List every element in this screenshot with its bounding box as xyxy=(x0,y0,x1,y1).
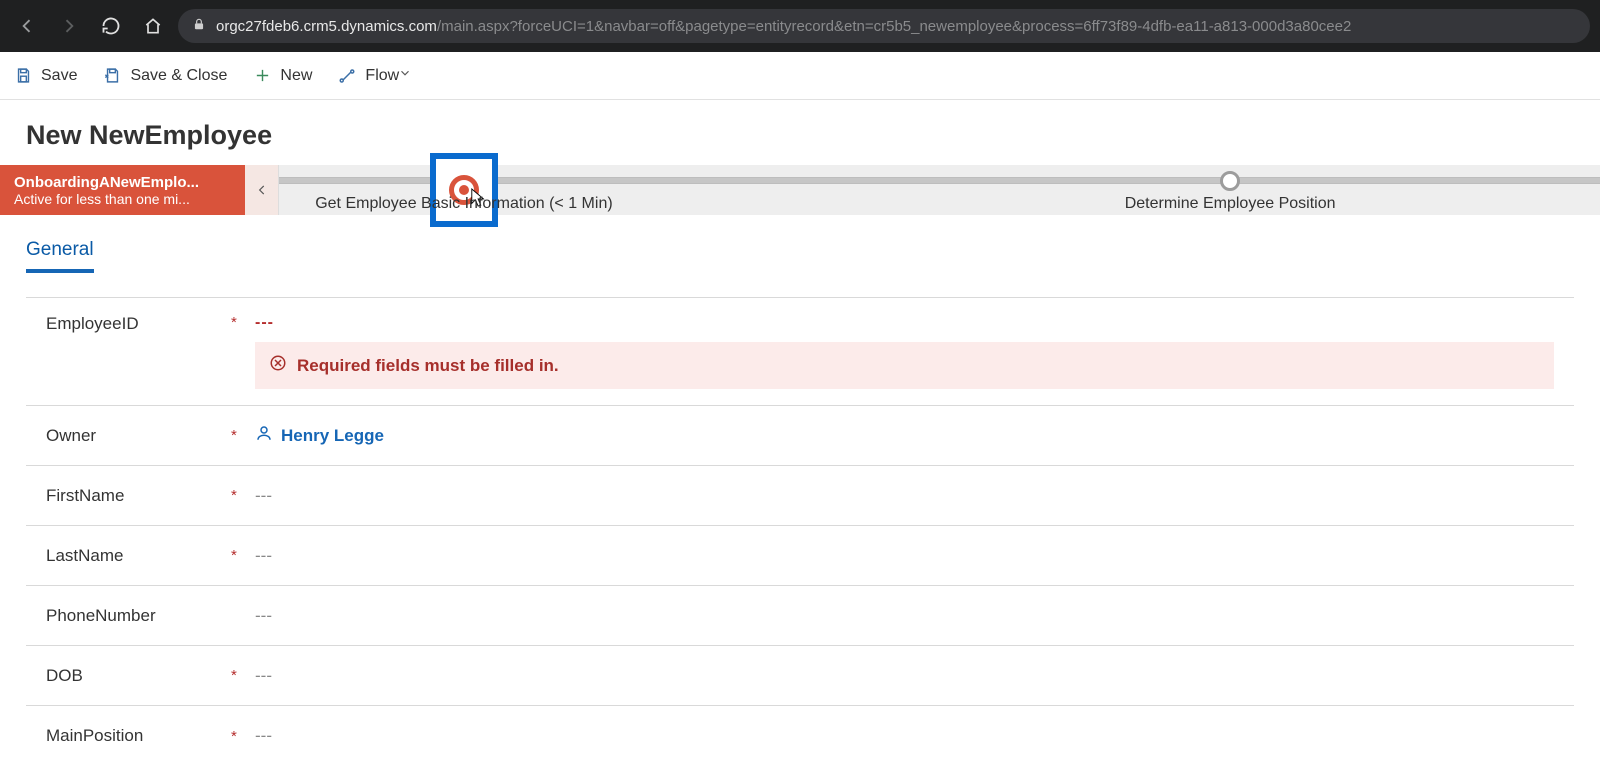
field-dob[interactable]: DOB * --- xyxy=(26,646,1574,706)
address-bar[interactable]: orgc27fdeb6.crm5.dynamics.com/main.aspx?… xyxy=(178,9,1590,43)
bpf-collapse-button[interactable] xyxy=(245,165,279,215)
back-button[interactable] xyxy=(10,9,44,43)
required-marker: * xyxy=(231,547,255,564)
firstname-value: --- xyxy=(255,486,1554,506)
employee-id-label: EmployeeID xyxy=(46,314,231,334)
save-close-label: Save & Close xyxy=(130,67,227,85)
phone-label: PhoneNumber xyxy=(46,606,231,626)
bpf-track: Get Employee Basic Information (< 1 Min)… xyxy=(279,165,1600,215)
save-icon xyxy=(14,67,32,85)
bpf-stage2-dot[interactable] xyxy=(1220,171,1240,191)
dob-label: DOB xyxy=(46,666,231,686)
page-header: New NewEmployee xyxy=(0,100,1600,165)
person-icon xyxy=(255,424,273,447)
field-firstname[interactable]: FirstName * --- xyxy=(26,466,1574,526)
tab-bar: General xyxy=(0,215,1600,273)
url-path: /main.aspx?forceUCI=1&navbar=off&pagetyp… xyxy=(437,18,1351,35)
bpf-status: Active for less than one mi... xyxy=(14,191,231,207)
field-mainposition[interactable]: MainPosition * --- xyxy=(26,706,1574,766)
home-button[interactable] xyxy=(136,9,170,43)
owner-value: Henry Legge xyxy=(281,426,384,446)
command-bar: Save Save & Close New Flow xyxy=(0,52,1600,100)
new-label: New xyxy=(280,67,312,85)
bpf-stage1-label[interactable]: Get Employee Basic Information (< 1 Min) xyxy=(315,195,612,213)
position-label: MainPosition xyxy=(46,726,231,746)
phone-value: --- xyxy=(255,606,1554,626)
bpf-current-process[interactable]: OnboardingANewEmplo... Active for less t… xyxy=(0,165,245,215)
bpf-stage2-label[interactable]: Determine Employee Position xyxy=(1125,195,1336,213)
field-lastname[interactable]: LastName * --- xyxy=(26,526,1574,586)
save-button[interactable]: Save xyxy=(14,67,77,85)
required-marker: * xyxy=(231,487,255,504)
chevron-down-icon xyxy=(398,66,412,85)
forward-button[interactable] xyxy=(52,9,86,43)
position-value: --- xyxy=(255,726,1554,746)
required-marker: * xyxy=(231,427,255,444)
owner-lookup[interactable]: Henry Legge xyxy=(255,424,1554,447)
url-host: orgc27fdeb6.crm5.dynamics.com xyxy=(216,18,437,35)
save-label: Save xyxy=(41,67,77,85)
form-general: EmployeeID * --- Required fields must be… xyxy=(26,297,1574,766)
field-phonenumber[interactable]: PhoneNumber --- xyxy=(26,586,1574,646)
new-button[interactable]: New xyxy=(253,67,312,85)
owner-label: Owner xyxy=(46,426,231,446)
validation-error: Required fields must be filled in. xyxy=(255,342,1554,389)
save-close-icon xyxy=(103,67,121,85)
lock-icon xyxy=(192,17,206,35)
lastname-value: --- xyxy=(255,546,1554,566)
required-marker: * xyxy=(231,314,255,331)
field-owner[interactable]: Owner * Henry Legge xyxy=(26,406,1574,466)
flow-icon xyxy=(338,67,356,85)
browser-toolbar: orgc27fdeb6.crm5.dynamics.com/main.aspx?… xyxy=(0,0,1600,52)
plus-icon xyxy=(253,67,271,85)
error-text: Required fields must be filled in. xyxy=(297,356,559,376)
field-employee-id[interactable]: EmployeeID * --- Required fields must be… xyxy=(26,298,1574,406)
required-marker: * xyxy=(231,728,255,745)
firstname-label: FirstName xyxy=(46,486,231,506)
lastname-label: LastName xyxy=(46,546,231,566)
required-marker: * xyxy=(231,667,255,684)
bpf-bar: OnboardingANewEmplo... Active for less t… xyxy=(0,165,1600,215)
flow-label: Flow xyxy=(365,67,399,85)
bpf-name: OnboardingANewEmplo... xyxy=(14,174,231,191)
reload-button[interactable] xyxy=(94,9,128,43)
page-title: New NewEmployee xyxy=(26,120,1574,151)
save-close-button[interactable]: Save & Close xyxy=(103,67,227,85)
dob-value: --- xyxy=(255,666,1554,686)
employee-id-value: --- xyxy=(255,314,1554,332)
error-icon xyxy=(269,354,287,377)
flow-button[interactable]: Flow xyxy=(338,66,412,85)
tab-general[interactable]: General xyxy=(26,239,94,273)
